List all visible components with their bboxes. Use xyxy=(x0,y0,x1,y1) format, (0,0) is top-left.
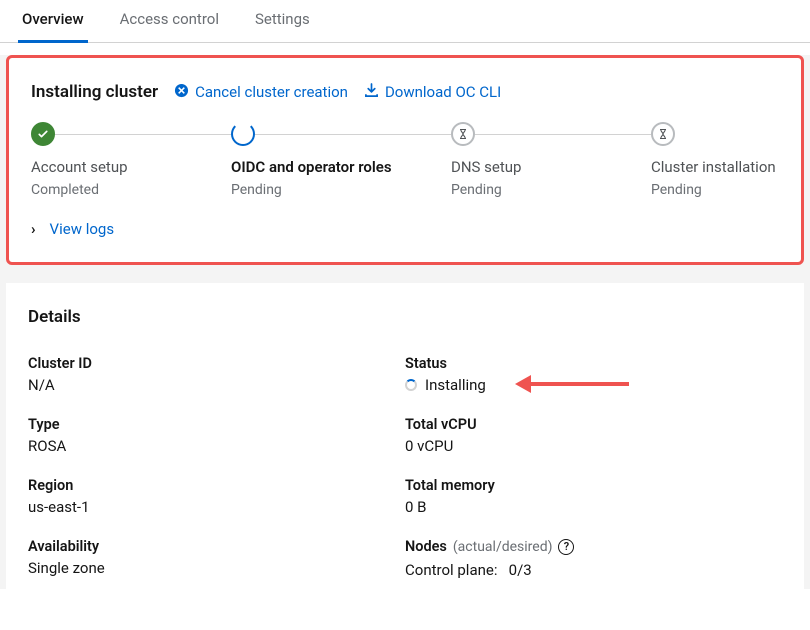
help-icon[interactable]: ? xyxy=(558,539,574,555)
installing-cluster-panel: Installing cluster Cancel cluster creati… xyxy=(6,55,804,265)
nodes-label: Nodes xyxy=(405,538,447,555)
annotation-arrow xyxy=(515,375,629,393)
spinner-icon xyxy=(405,379,417,391)
nodes-paren: (actual/desired) xyxy=(453,539,553,555)
cancel-cluster-link[interactable]: Cancel cluster creation xyxy=(174,83,348,102)
details-panel: Details Cluster ID N/A Type ROSA Region … xyxy=(6,283,804,589)
control-plane-label: Control plane: xyxy=(405,561,497,579)
availability-value: Single zone xyxy=(28,559,405,577)
hourglass-icon xyxy=(651,122,675,146)
chevron-right-icon: › xyxy=(31,220,36,238)
spinner-icon xyxy=(231,122,255,146)
step-cluster-install: Cluster installation Pending xyxy=(651,122,776,198)
region-label: Region xyxy=(28,477,405,494)
view-logs-label: View logs xyxy=(50,220,115,238)
field-availability: Availability Single zone xyxy=(28,538,405,577)
memory-label: Total memory xyxy=(405,477,782,494)
field-memory: Total memory 0 B xyxy=(405,477,782,516)
field-status: Status Installing xyxy=(405,355,782,394)
step-title: DNS setup xyxy=(451,158,521,176)
step-dns-setup: DNS setup Pending xyxy=(451,122,651,198)
step-title: Cluster installation xyxy=(651,158,776,176)
field-cluster-id: Cluster ID N/A xyxy=(28,355,405,394)
step-account-setup: Account setup Completed xyxy=(31,122,231,198)
type-label: Type xyxy=(28,416,405,433)
cancel-icon xyxy=(174,83,189,102)
installing-title: Installing cluster xyxy=(31,82,158,102)
status-value: Installing xyxy=(425,376,486,394)
tab-settings[interactable]: Settings xyxy=(251,0,314,42)
step-status: Pending xyxy=(451,182,502,198)
control-plane-value: 0/3 xyxy=(509,561,532,579)
vcpu-value: 0 vCPU xyxy=(405,437,782,455)
vcpu-label: Total vCPU xyxy=(405,416,782,433)
field-type: Type ROSA xyxy=(28,416,405,455)
memory-value: 0 B xyxy=(405,498,782,516)
field-nodes: Nodes (actual/desired) ? Control plane: … xyxy=(405,538,782,579)
download-icon xyxy=(364,83,379,102)
step-title: Account setup xyxy=(31,158,128,176)
availability-label: Availability xyxy=(28,538,405,555)
cluster-id-label: Cluster ID xyxy=(28,355,405,372)
type-value: ROSA xyxy=(28,437,405,455)
step-status: Pending xyxy=(651,182,702,198)
field-vcpu: Total vCPU 0 vCPU xyxy=(405,416,782,455)
progress-steps: Account setup Completed OIDC and operato… xyxy=(31,122,779,198)
cluster-id-value: N/A xyxy=(28,376,405,394)
check-icon xyxy=(31,122,55,146)
step-status: Completed xyxy=(31,182,99,198)
tabs-bar: Overview Access control Settings xyxy=(0,0,810,43)
view-logs-toggle[interactable]: › View logs xyxy=(31,220,779,238)
tab-access-control[interactable]: Access control xyxy=(116,0,223,42)
step-status: Pending xyxy=(231,182,282,198)
details-heading: Details xyxy=(28,307,782,327)
tab-overview[interactable]: Overview xyxy=(18,0,88,43)
step-title: OIDC and operator roles xyxy=(231,158,392,176)
hourglass-icon xyxy=(451,122,475,146)
download-oc-cli-label: Download OC CLI xyxy=(385,83,501,101)
region-value: us-east-1 xyxy=(28,498,405,516)
step-oidc-roles: OIDC and operator roles Pending xyxy=(231,122,451,198)
download-oc-cli-link[interactable]: Download OC CLI xyxy=(364,83,501,102)
status-label: Status xyxy=(405,355,782,372)
cancel-cluster-label: Cancel cluster creation xyxy=(195,83,348,101)
field-region: Region us-east-1 xyxy=(28,477,405,516)
